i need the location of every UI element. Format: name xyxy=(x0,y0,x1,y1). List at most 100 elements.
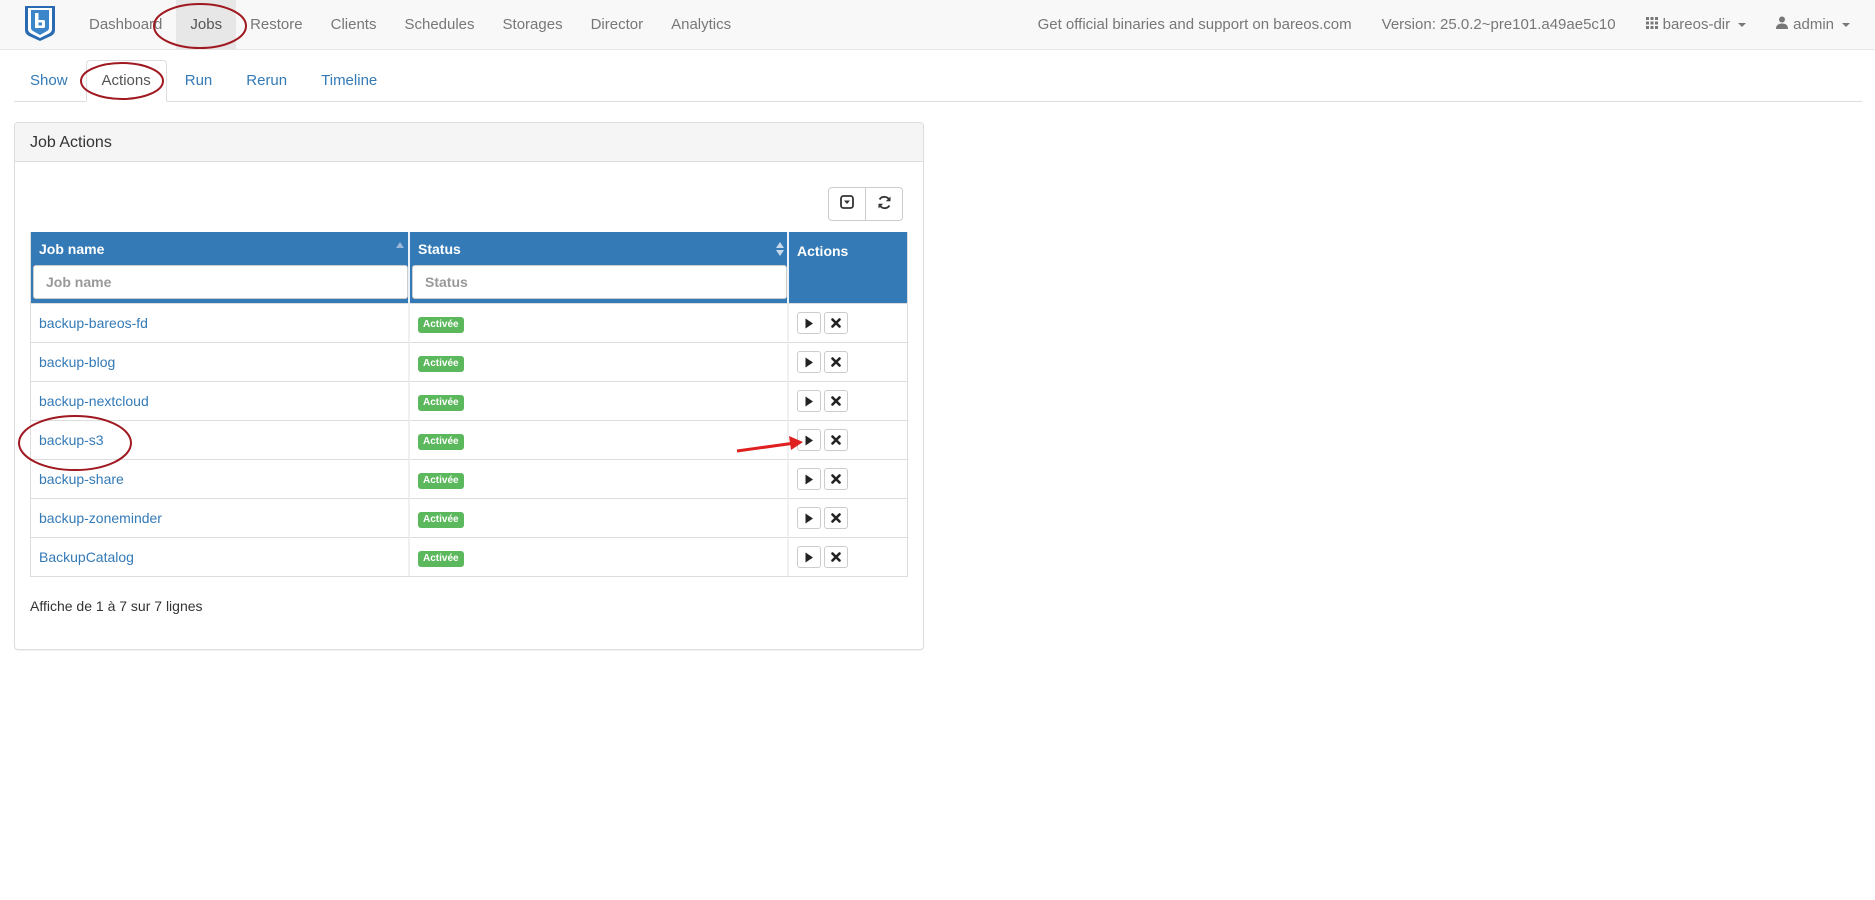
status-cell: Activée xyxy=(410,303,789,342)
tab-actions[interactable]: Actions xyxy=(85,60,167,102)
disable-job-button[interactable] xyxy=(824,351,848,373)
table-toolbar xyxy=(828,187,903,221)
job-name-cell: backup-s3 xyxy=(31,420,410,459)
tab-timeline[interactable]: Timeline xyxy=(305,60,393,102)
play-icon xyxy=(805,435,813,445)
job-name-link[interactable]: backup-share xyxy=(39,471,124,487)
status-filter-input[interactable] xyxy=(412,265,787,299)
user-icon xyxy=(1776,0,1789,50)
actions-cell xyxy=(789,537,907,576)
disable-job-button[interactable] xyxy=(824,507,848,529)
job-name-cell: backup-nextcloud xyxy=(31,381,410,420)
table-row: backup-bareos-fd Activée xyxy=(31,303,907,342)
status-badge: Activée xyxy=(418,394,464,411)
job-name-link[interactable]: backup-zoneminder xyxy=(39,510,162,526)
director-dropdown[interactable]: bareos-dir xyxy=(1631,0,1762,50)
close-icon xyxy=(831,552,841,562)
run-job-button[interactable] xyxy=(797,507,821,529)
job-tabs: Show Actions Run Rerun Timeline xyxy=(14,60,1862,102)
table-row: backup-zoneminder Activée xyxy=(31,498,907,537)
close-icon xyxy=(831,435,841,445)
columns-toggle-button[interactable] xyxy=(828,187,866,221)
disable-job-button[interactable] xyxy=(824,546,848,568)
actions-cell xyxy=(789,498,907,537)
play-icon xyxy=(805,396,813,406)
disable-job-button[interactable] xyxy=(824,312,848,334)
nav-jobs[interactable]: Jobs xyxy=(176,0,237,50)
nav-analytics[interactable]: Analytics xyxy=(657,0,745,50)
refresh-button[interactable] xyxy=(865,187,903,221)
job-name-cell: backup-blog xyxy=(31,342,410,381)
column-status-label: Status xyxy=(418,241,461,257)
nav-clients[interactable]: Clients xyxy=(317,0,391,50)
bareos-logo-icon[interactable] xyxy=(22,4,58,42)
play-icon xyxy=(805,474,813,484)
close-icon xyxy=(831,318,841,328)
job-name-link[interactable]: backup-nextcloud xyxy=(39,393,149,409)
nav-right: Get official binaries and support on bar… xyxy=(1023,0,1865,50)
actions-cell xyxy=(789,342,907,381)
nav-director[interactable]: Director xyxy=(577,0,658,50)
play-icon xyxy=(805,513,813,523)
run-job-button[interactable] xyxy=(797,546,821,568)
table-row: BackupCatalog Activée xyxy=(31,537,907,576)
status-cell: Activée xyxy=(410,537,789,576)
support-link[interactable]: Get official binaries and support on bar… xyxy=(1023,0,1367,50)
tab-show[interactable]: Show xyxy=(14,60,84,102)
nav-schedules[interactable]: Schedules xyxy=(390,0,488,50)
column-status[interactable]: Status xyxy=(410,232,789,303)
status-cell: Activée xyxy=(410,420,789,459)
job-actions-table: Job name Status xyxy=(30,232,908,577)
job-actions-panel: Job Actions Job name Job name Status Sta… xyxy=(14,122,924,650)
user-dropdown[interactable]: admin xyxy=(1761,0,1865,50)
job-name-cell: BackupCatalog xyxy=(31,537,410,576)
nav-dashboard[interactable]: Dashboard xyxy=(75,0,176,50)
nav-restore[interactable]: Restore xyxy=(236,0,317,50)
play-icon xyxy=(805,318,813,328)
status-badge: Activée xyxy=(418,433,464,450)
status-badge: Activée xyxy=(418,316,464,333)
run-job-button[interactable] xyxy=(797,429,821,451)
play-icon xyxy=(805,552,813,562)
job-name-link[interactable]: backup-blog xyxy=(39,354,115,370)
table-row: backup-s3 Activée xyxy=(31,420,907,459)
column-job-name[interactable]: Job name xyxy=(31,232,410,303)
disable-job-button[interactable] xyxy=(824,468,848,490)
top-navbar: Dashboard Jobs Restore Clients Schedules… xyxy=(0,0,1875,50)
user-label: admin xyxy=(1793,16,1834,33)
run-job-button[interactable] xyxy=(797,312,821,334)
status-cell: Activée xyxy=(410,459,789,498)
run-job-button[interactable] xyxy=(797,351,821,373)
job-name-link[interactable]: backup-s3 xyxy=(39,432,104,448)
job-name-link[interactable]: BackupCatalog xyxy=(39,549,134,565)
main-nav: Dashboard Jobs Restore Clients Schedules… xyxy=(75,0,745,50)
job-name-filter-input[interactable] xyxy=(33,265,408,299)
disable-job-button[interactable] xyxy=(824,390,848,412)
close-icon xyxy=(831,357,841,367)
job-name-cell: backup-share xyxy=(31,459,410,498)
status-cell: Activée xyxy=(410,342,789,381)
status-cell: Activée xyxy=(410,381,789,420)
grid-icon xyxy=(1645,0,1658,50)
column-actions-label: Actions xyxy=(797,243,849,259)
close-icon xyxy=(831,474,841,484)
actions-cell xyxy=(789,459,907,498)
disable-job-button[interactable] xyxy=(824,429,848,451)
column-actions: Actions xyxy=(789,232,907,303)
collapse-icon xyxy=(840,195,854,213)
status-cell: Activée xyxy=(410,498,789,537)
close-icon xyxy=(831,396,841,406)
table-row: backup-nextcloud Activée xyxy=(31,381,907,420)
table-row: backup-blog Activée xyxy=(31,342,907,381)
tab-run[interactable]: Run xyxy=(169,60,229,102)
nav-storages[interactable]: Storages xyxy=(489,0,577,50)
job-name-link[interactable]: backup-bareos-fd xyxy=(39,315,148,331)
run-job-button[interactable] xyxy=(797,390,821,412)
tab-rerun[interactable]: Rerun xyxy=(230,60,303,102)
actions-cell xyxy=(789,420,907,459)
table-row: backup-share Activée xyxy=(31,459,907,498)
actions-cell xyxy=(789,381,907,420)
director-label: bareos-dir xyxy=(1662,16,1731,33)
run-job-button[interactable] xyxy=(797,468,821,490)
chevron-down-icon xyxy=(1738,23,1747,27)
